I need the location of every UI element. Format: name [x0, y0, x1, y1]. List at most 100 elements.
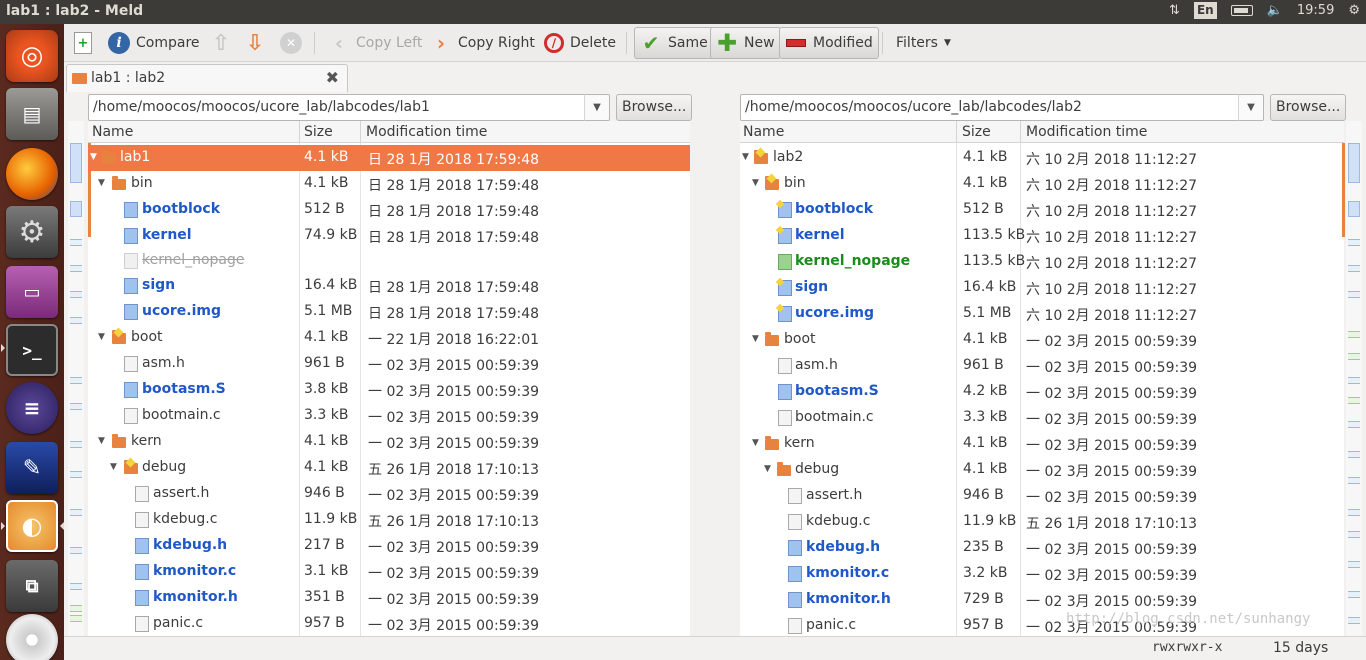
same-toggle[interactable]: ✔ Same: [634, 27, 714, 59]
table-row[interactable]: panic.c 957 B 一 02 3月 2015 00:59:39: [88, 611, 690, 636]
table-row[interactable]: bootmain.c 3.3 kB 一 02 3月 2015 00:59:39: [88, 403, 690, 429]
clock[interactable]: 19:59: [1297, 3, 1334, 18]
filters-button[interactable]: Filters ▼: [896, 29, 951, 57]
column-mtime[interactable]: Modification time: [1026, 124, 1147, 140]
active-pip: [1, 522, 5, 530]
table-row[interactable]: kmonitor.h 729 B 一 02 3月 2015 00:59:39: [740, 587, 1344, 613]
left-tree[interactable]: Name Size Modification time ▼ lab1 4.1 k…: [88, 121, 690, 636]
table-row[interactable]: ▼ debug 4.1 kB 五 26 1月 2018 17:10:13: [88, 455, 690, 481]
table-row[interactable]: sign 16.4 kB 日 28 1月 2018 17:59:48: [88, 273, 690, 299]
expander-icon[interactable]: ▼: [764, 464, 771, 474]
go-up-button[interactable]: ⇧: [210, 29, 232, 57]
table-row[interactable]: ▼ bin 4.1 kB 六 10 2月 2018 11:12:27: [740, 171, 1344, 197]
column-name[interactable]: Name: [743, 124, 784, 140]
expander-icon[interactable]: ▼: [742, 152, 749, 162]
right-tree[interactable]: Name Size Modification time ▼ lab2 4.1 k…: [740, 121, 1344, 636]
workspace-icon[interactable]: ▭: [6, 266, 58, 318]
modified-toggle[interactable]: Modified: [779, 27, 879, 59]
column-name[interactable]: Name: [92, 124, 133, 140]
settings-icon[interactable]: ⚙: [6, 206, 58, 258]
expander-icon[interactable]: ▼: [90, 152, 97, 162]
files-icon[interactable]: ▤: [6, 88, 58, 140]
table-row[interactable]: kernel_nopage 113.5 kB 六 10 2月 2018 11:1…: [740, 249, 1344, 275]
power-gear-icon[interactable]: ⚙: [1348, 3, 1360, 18]
left-path-input[interactable]: /home/moocos/moocos/ucore_lab/labcodes/l…: [88, 94, 586, 121]
meld-icon[interactable]: ◐: [6, 500, 58, 552]
table-row[interactable]: bootasm.S 4.2 kB 一 02 3月 2015 00:59:39: [740, 379, 1344, 405]
expander-icon[interactable]: ▼: [752, 178, 759, 188]
table-row[interactable]: assert.h 946 B 一 02 3月 2015 00:59:39: [88, 481, 690, 507]
firefox-icon[interactable]: [6, 148, 58, 200]
column-size[interactable]: Size: [304, 124, 333, 140]
table-row[interactable]: bootmain.c 3.3 kB 一 02 3月 2015 00:59:39: [740, 405, 1344, 431]
tab-comparison[interactable]: lab1 : lab2 ✖: [66, 64, 348, 92]
table-row[interactable]: ▼ boot 4.1 kB 一 02 3月 2015 00:59:39: [740, 327, 1344, 353]
table-row[interactable]: bootblock 512 B 日 28 1月 2018 17:59:48: [88, 197, 690, 223]
stop-button[interactable]: ✕: [280, 29, 302, 57]
battery-icon[interactable]: [1230, 5, 1253, 16]
table-row[interactable]: kdebug.c 11.9 kB 五 26 1月 2018 17:10:13: [88, 507, 690, 533]
scribble-icon[interactable]: ✎: [6, 442, 58, 494]
expander-icon[interactable]: ▼: [98, 178, 105, 188]
chevron-down-icon[interactable]: ▼: [584, 94, 610, 121]
table-row[interactable]: kmonitor.h 351 B 一 02 3月 2015 00:59:39: [88, 585, 690, 611]
new-toggle[interactable]: ✚ New: [710, 27, 781, 59]
row-mtime: 六 10 2月 2018 11:12:27: [1026, 204, 1198, 220]
table-row[interactable]: kdebug.h 235 B 一 02 3月 2015 00:59:39: [740, 535, 1344, 561]
table-row[interactable]: ucore.img 5.1 MB 六 10 2月 2018 11:12:27: [740, 301, 1344, 327]
keyboard-indicator[interactable]: En: [1193, 2, 1217, 19]
expander-icon[interactable]: ▼: [110, 462, 117, 472]
left-diff-map[interactable]: [68, 121, 84, 636]
right-diff-map[interactable]: [1346, 121, 1362, 636]
table-row[interactable]: kmonitor.c 3.1 kB 一 02 3月 2015 00:59:39: [88, 559, 690, 585]
row-size: 113.5 kB: [963, 227, 1026, 243]
ubuntu-icon[interactable]: ◎: [6, 30, 58, 82]
terminal-icon[interactable]: >_: [6, 324, 58, 376]
right-path-input[interactable]: /home/moocos/moocos/ucore_lab/labcodes/l…: [740, 94, 1240, 121]
table-row[interactable]: ▼ debug 4.1 kB 一 02 3月 2015 00:59:39: [740, 457, 1344, 483]
close-icon[interactable]: ✖: [326, 68, 339, 87]
expander-icon[interactable]: ▼: [752, 438, 759, 448]
table-row[interactable]: kdebug.h 217 B 一 02 3月 2015 00:59:39: [88, 533, 690, 559]
table-row[interactable]: ▼ lab1 4.1 kB 日 28 1月 2018 17:59:48: [88, 145, 690, 171]
expander-icon[interactable]: ▼: [98, 436, 105, 446]
left-browse-button[interactable]: Browse...: [616, 94, 693, 121]
chevron-down-icon[interactable]: ▼: [1238, 94, 1264, 121]
table-row[interactable]: kdebug.c 11.9 kB 五 26 1月 2018 17:10:13: [740, 509, 1344, 535]
table-row[interactable]: sign 16.4 kB 六 10 2月 2018 11:12:27: [740, 275, 1344, 301]
volume-icon[interactable]: 🔈: [1267, 3, 1283, 18]
table-row[interactable]: ▼ kern 4.1 kB 一 02 3月 2015 00:59:39: [740, 431, 1344, 457]
go-down-button[interactable]: ⇩: [244, 29, 266, 57]
diff-marker: [70, 615, 82, 622]
copy-left-button[interactable]: ‹ Copy Left: [328, 29, 422, 57]
new-comparison-button[interactable]: +: [74, 29, 92, 57]
column-size[interactable]: Size: [962, 124, 991, 140]
row-size: 4.1 kB: [963, 461, 1008, 477]
column-mtime[interactable]: Modification time: [366, 124, 487, 140]
table-row[interactable]: bootasm.S 3.8 kB 一 02 3月 2015 00:59:39: [88, 377, 690, 403]
eclipse-icon[interactable]: ≡: [6, 382, 58, 434]
table-row[interactable]: ▼ kern 4.1 kB 一 02 3月 2015 00:59:39: [88, 429, 690, 455]
table-row[interactable]: ▼ boot 4.1 kB 一 22 1月 2018 16:22:01: [88, 325, 690, 351]
table-row[interactable]: kmonitor.c 3.2 kB 一 02 3月 2015 00:59:39: [740, 561, 1344, 587]
row-name: debug: [142, 459, 187, 475]
table-row[interactable]: ▼ bin 4.1 kB 日 28 1月 2018 17:59:48: [88, 171, 690, 197]
table-row[interactable]: ucore.img 5.1 MB 日 28 1月 2018 17:59:48: [88, 299, 690, 325]
expander-icon[interactable]: ▼: [752, 334, 759, 344]
disc-icon[interactable]: [6, 614, 58, 660]
table-row[interactable]: bootblock 512 B 六 10 2月 2018 11:12:27: [740, 197, 1344, 223]
delete-button[interactable]: ∕ Delete: [544, 29, 616, 57]
table-row[interactable]: ▼ lab2 4.1 kB 六 10 2月 2018 11:12:27: [740, 145, 1344, 171]
right-browse-button[interactable]: Browse...: [1270, 94, 1347, 121]
compare-button[interactable]: i Compare: [108, 29, 200, 57]
table-row[interactable]: assert.h 946 B 一 02 3月 2015 00:59:39: [740, 483, 1344, 509]
copy-right-button[interactable]: › Copy Right: [430, 29, 535, 57]
table-row[interactable]: kernel_nopage: [88, 248, 690, 274]
table-row[interactable]: kernel 113.5 kB 六 10 2月 2018 11:12:27: [740, 223, 1344, 249]
table-row[interactable]: asm.h 961 B 一 02 3月 2015 00:59:39: [740, 353, 1344, 379]
windows-icon[interactable]: ⧉: [6, 560, 58, 612]
expander-icon[interactable]: ▼: [98, 332, 105, 342]
network-icon[interactable]: ⇅: [1169, 3, 1180, 18]
table-row[interactable]: kernel 74.9 kB 日 28 1月 2018 17:59:48: [88, 223, 690, 249]
table-row[interactable]: asm.h 961 B 一 02 3月 2015 00:59:39: [88, 351, 690, 377]
